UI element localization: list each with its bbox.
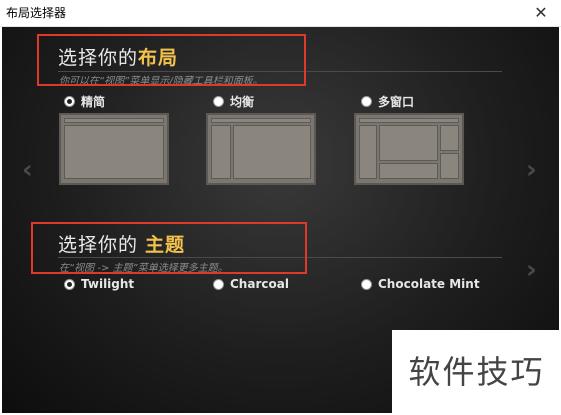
layout-option-label: 多窗口 bbox=[378, 95, 415, 109]
thumb-right-bottom-pane bbox=[440, 153, 459, 179]
window-title: 布局选择器 bbox=[6, 6, 67, 20]
theme-option-chocolate-mint[interactable]: Chocolate Mint bbox=[361, 277, 480, 291]
radio-selected-icon[interactable] bbox=[64, 96, 75, 107]
theme-option-charcoal[interactable]: Charcoal bbox=[213, 277, 289, 291]
thumb-toolbar bbox=[359, 118, 459, 123]
theme-option-twilight[interactable]: Twilight bbox=[64, 277, 134, 291]
radio-icon[interactable] bbox=[361, 96, 372, 107]
radio-selected-icon[interactable] bbox=[64, 278, 75, 290]
thumb-toolbar bbox=[64, 118, 164, 123]
title-bar: 布局选择器 ✕ bbox=[0, 0, 561, 27]
layout-thumbnail-compact[interactable] bbox=[59, 113, 169, 185]
layout-option-multiwindow[interactable]: 多窗口 bbox=[361, 93, 414, 110]
radio-icon[interactable] bbox=[361, 278, 372, 290]
annotation-box-layout bbox=[37, 34, 306, 86]
layout-prev-arrow-icon[interactable]: ‹ bbox=[22, 155, 33, 185]
layout-option-balanced[interactable]: 均衡 bbox=[213, 93, 254, 110]
thumb-bottom-pane bbox=[379, 163, 438, 179]
thumb-editor-pane bbox=[233, 125, 311, 179]
theme-option-label: Chocolate Mint bbox=[378, 277, 480, 291]
radio-icon[interactable] bbox=[213, 96, 224, 107]
thumb-side-pane bbox=[211, 125, 231, 179]
thumb-right-top-pane bbox=[440, 125, 459, 151]
layout-option-compact[interactable]: 精简 bbox=[64, 93, 105, 110]
annotation-box-theme bbox=[31, 222, 307, 274]
layout-thumbnail-balanced[interactable] bbox=[206, 113, 316, 185]
layout-thumbnail-multiwindow[interactable] bbox=[354, 113, 464, 185]
watermark: 软件技巧 bbox=[392, 330, 561, 415]
radio-icon[interactable] bbox=[213, 278, 224, 290]
theme-option-label: Twilight bbox=[81, 277, 135, 291]
layout-option-label: 均衡 bbox=[230, 95, 255, 109]
close-icon[interactable]: ✕ bbox=[521, 0, 561, 26]
layout-option-label: 精简 bbox=[81, 95, 106, 109]
thumb-editor-pane bbox=[379, 125, 438, 161]
thumb-left-pane bbox=[359, 125, 377, 179]
layout-next-arrow-icon[interactable]: › bbox=[526, 155, 537, 185]
thumb-toolbar bbox=[211, 118, 311, 123]
thumb-editor-pane bbox=[64, 125, 164, 179]
theme-next-arrow-icon[interactable]: › bbox=[526, 255, 537, 285]
theme-option-label: Charcoal bbox=[230, 277, 289, 291]
